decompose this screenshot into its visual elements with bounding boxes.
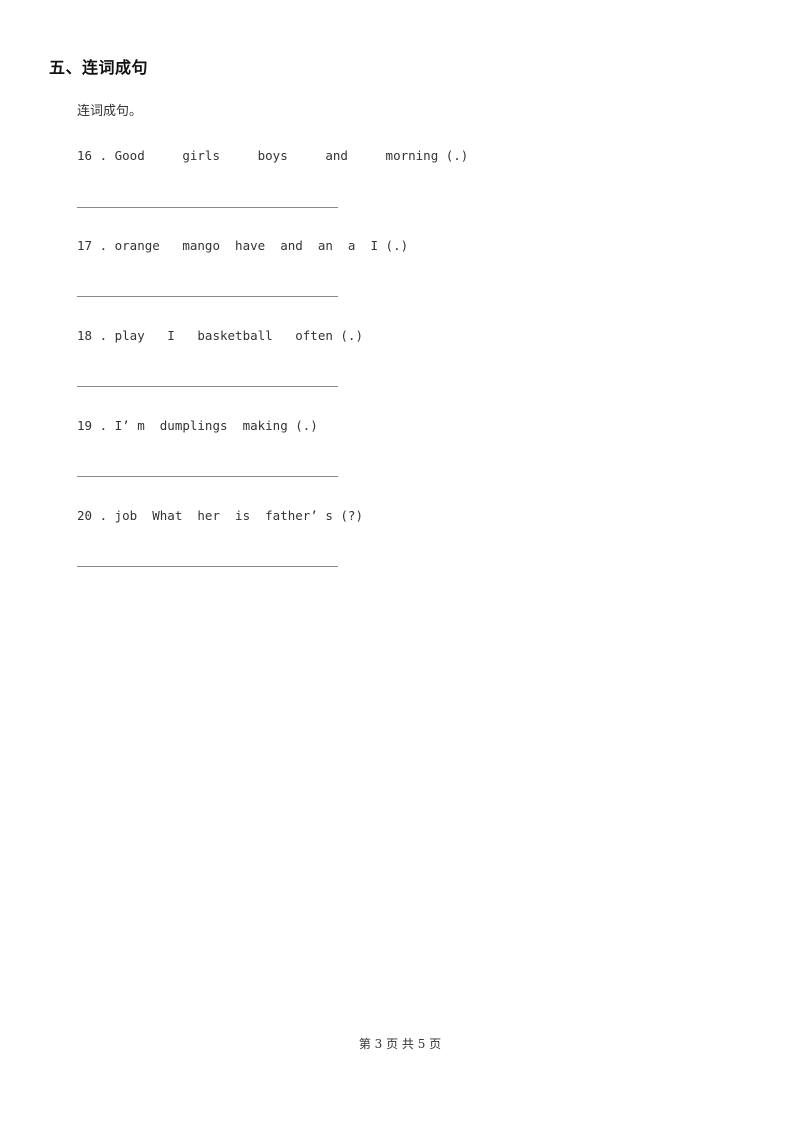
question-18: 18 . play I basketball often (.) bbox=[77, 328, 363, 343]
answer-line-18[interactable] bbox=[77, 386, 338, 387]
question-17: 17 . orange mango have and an a I (.) bbox=[77, 238, 409, 253]
answer-line-20[interactable] bbox=[77, 566, 338, 567]
question-20: 20 . job What her is father’ s (?) bbox=[77, 508, 363, 523]
answer-line-19[interactable] bbox=[77, 476, 338, 477]
answer-line-17[interactable] bbox=[77, 296, 338, 297]
question-19: 19 . I’ m dumplings making (.) bbox=[77, 418, 318, 433]
instruction-text: 连词成句。 bbox=[77, 104, 143, 119]
answer-line-16[interactable] bbox=[77, 207, 338, 208]
section-title: 五、连词成句 bbox=[49, 58, 149, 77]
page-footer: 第 3 页 共 5 页 bbox=[358, 1037, 442, 1051]
question-16: 16 . Good girls boys and morning (.) bbox=[77, 148, 469, 163]
